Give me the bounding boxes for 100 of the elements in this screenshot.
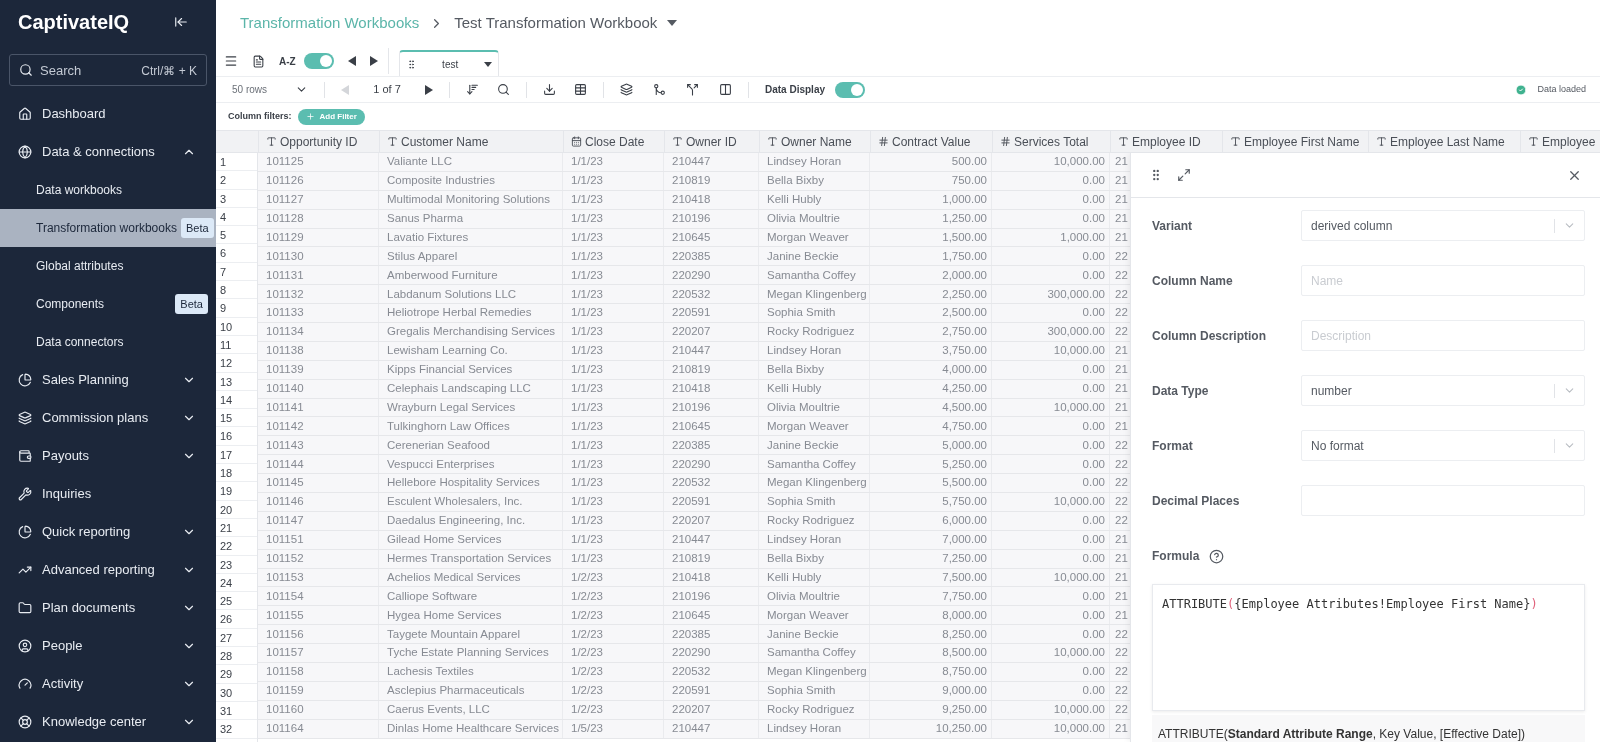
nav-item[interactable]: Payouts bbox=[0, 437, 216, 475]
columns-icon[interactable] bbox=[719, 83, 732, 96]
folder-icon bbox=[18, 601, 32, 615]
nav-item[interactable]: Commission plans bbox=[0, 399, 216, 437]
rows-select[interactable]: 50 rows bbox=[232, 82, 308, 97]
nav-item[interactable]: Inquiries bbox=[0, 475, 216, 513]
select-field[interactable]: No format bbox=[1301, 430, 1585, 461]
column-header[interactable]: Owner ID bbox=[664, 131, 759, 152]
column-header[interactable]: Owner Name bbox=[759, 131, 870, 152]
table-cell: Composite Industries bbox=[379, 171, 563, 190]
table-cell: 101147 bbox=[258, 511, 379, 530]
nav-subitem[interactable]: Data workbooks bbox=[0, 171, 216, 209]
column-header[interactable]: Contract Value bbox=[870, 131, 992, 152]
expand-icon[interactable] bbox=[1177, 168, 1191, 182]
nav-item[interactable]: Knowledge center bbox=[0, 703, 216, 741]
row-number: 13 bbox=[216, 372, 257, 391]
previous-sheet-icon[interactable] bbox=[347, 56, 356, 66]
table-cell: 1/1/23 bbox=[563, 398, 664, 417]
select-field[interactable]: derived column bbox=[1301, 210, 1585, 241]
select-field[interactable]: number bbox=[1301, 375, 1585, 406]
table-cell: 210447 bbox=[664, 530, 759, 549]
row-number: 18 bbox=[216, 464, 257, 483]
nav-subitem[interactable]: Global attributes bbox=[0, 247, 216, 285]
menu-icon[interactable] bbox=[224, 54, 238, 68]
column-header[interactable]: Employee ID bbox=[1110, 131, 1222, 152]
table-cell: 7,250.00 bbox=[870, 549, 992, 568]
next-sheet-icon[interactable] bbox=[369, 56, 378, 66]
row-number: 1 bbox=[216, 153, 257, 172]
table-cell: 0.00 bbox=[992, 417, 1110, 436]
formula-hint: ATTRIBUTE(Standard Attribute Range, Key Value, [Effective Date]) bbox=[1152, 715, 1585, 742]
nav-item[interactable]: Data & connections bbox=[0, 133, 216, 171]
column-header[interactable]: Employee bbox=[1520, 131, 1600, 152]
table-cell: Janine Beckie bbox=[759, 625, 870, 644]
data-display-toggle[interactable] bbox=[835, 81, 866, 98]
file-icon[interactable] bbox=[252, 54, 265, 68]
table-cell: 220532 bbox=[664, 285, 759, 304]
table-cell: 220290 bbox=[664, 644, 759, 663]
sort-toggle[interactable] bbox=[303, 53, 334, 69]
table-cell: 210196 bbox=[664, 587, 759, 606]
collapse-sidebar-icon[interactable] bbox=[174, 15, 188, 29]
field-label: Decimal Places bbox=[1152, 492, 1241, 510]
table-cell: Lindsey Horan bbox=[759, 153, 870, 171]
shortcut-hint: Ctrl/⌘ + K bbox=[141, 63, 197, 80]
table-cell: 0.00 bbox=[992, 606, 1110, 625]
nav-subitem[interactable]: Data connectors bbox=[0, 323, 216, 361]
table-cell: 5,750.00 bbox=[870, 493, 992, 511]
wallet-icon bbox=[18, 449, 32, 463]
nav-item[interactable]: Activity bbox=[0, 665, 216, 703]
field-label: Data Type bbox=[1152, 382, 1210, 400]
text-type-icon bbox=[1118, 136, 1129, 147]
nav-item[interactable]: Quick reporting bbox=[0, 513, 216, 551]
table-cell: Megan Klingenberg bbox=[759, 663, 870, 681]
table-cell: 8,500.00 bbox=[870, 644, 992, 663]
column-header[interactable]: Employee First Name bbox=[1222, 131, 1368, 152]
search-icon[interactable] bbox=[497, 83, 510, 96]
nav-subitem[interactable]: Transformation workbooks Beta bbox=[0, 209, 216, 247]
formula-editor[interactable]: ATTRIBUTE({Employee Attributes!Employee First Name}) bbox=[1152, 584, 1585, 711]
column-header[interactable]: Close Date bbox=[563, 131, 664, 152]
column-header[interactable]: Opportunity ID bbox=[258, 131, 379, 152]
column-header[interactable]: Employee Last Name bbox=[1368, 131, 1520, 152]
nav-item[interactable]: Sales Planning bbox=[0, 361, 216, 399]
table-cell: 101155 bbox=[258, 606, 379, 625]
table-cell: 0.00 bbox=[992, 587, 1110, 606]
merge-icon[interactable] bbox=[653, 83, 666, 96]
download-icon[interactable] bbox=[543, 83, 556, 96]
table-cell: 1,750.00 bbox=[870, 247, 992, 266]
caret-icon[interactable] bbox=[667, 20, 678, 26]
nav-subitem-label: Global attributes bbox=[36, 258, 124, 275]
nav-item[interactable]: Advanced reporting bbox=[0, 551, 216, 589]
column-header[interactable]: Customer Name bbox=[379, 131, 563, 152]
table-cell: Lindsey Horan bbox=[759, 719, 870, 738]
nav-item[interactable]: Dashboard bbox=[0, 95, 216, 133]
table-cell: 220591 bbox=[664, 304, 759, 322]
table-cell: 220385 bbox=[664, 436, 759, 455]
table-cell: 210418 bbox=[664, 568, 759, 587]
table-cell: 220207 bbox=[664, 323, 759, 341]
text-type-icon bbox=[266, 136, 277, 147]
row-number: 29 bbox=[216, 665, 257, 684]
table-icon[interactable] bbox=[574, 83, 587, 96]
split-icon[interactable] bbox=[686, 83, 699, 96]
table-cell: 10,250.00 bbox=[870, 719, 992, 738]
row-number: 5 bbox=[216, 226, 257, 245]
sort-icon[interactable] bbox=[466, 83, 479, 96]
nav-item[interactable]: Plan documents bbox=[0, 589, 216, 627]
table-cell: 1/2/23 bbox=[563, 606, 664, 625]
row-number: 32 bbox=[216, 720, 257, 739]
table-cell: 2,250.00 bbox=[870, 285, 992, 304]
sheet-tab[interactable]: test bbox=[398, 50, 499, 76]
help-icon[interactable] bbox=[1209, 548, 1225, 564]
layers-icon[interactable] bbox=[620, 83, 633, 96]
column-header[interactable]: Services Total bbox=[992, 131, 1110, 152]
table-cell: Lavatio Fixtures bbox=[379, 228, 563, 247]
table-cell: Heliotrope Herbal Remedies bbox=[379, 304, 563, 322]
table-cell: 1/1/23 bbox=[563, 209, 664, 228]
workbook-title[interactable]: Test Transformation Workbook bbox=[454, 11, 658, 35]
nav-subitem[interactable]: Components Beta bbox=[0, 285, 216, 323]
row-number: 15 bbox=[216, 409, 257, 428]
table-cell: Megan Klingenberg bbox=[759, 474, 870, 493]
nav-item[interactable]: People bbox=[0, 627, 216, 665]
next-page-icon[interactable] bbox=[425, 84, 433, 95]
